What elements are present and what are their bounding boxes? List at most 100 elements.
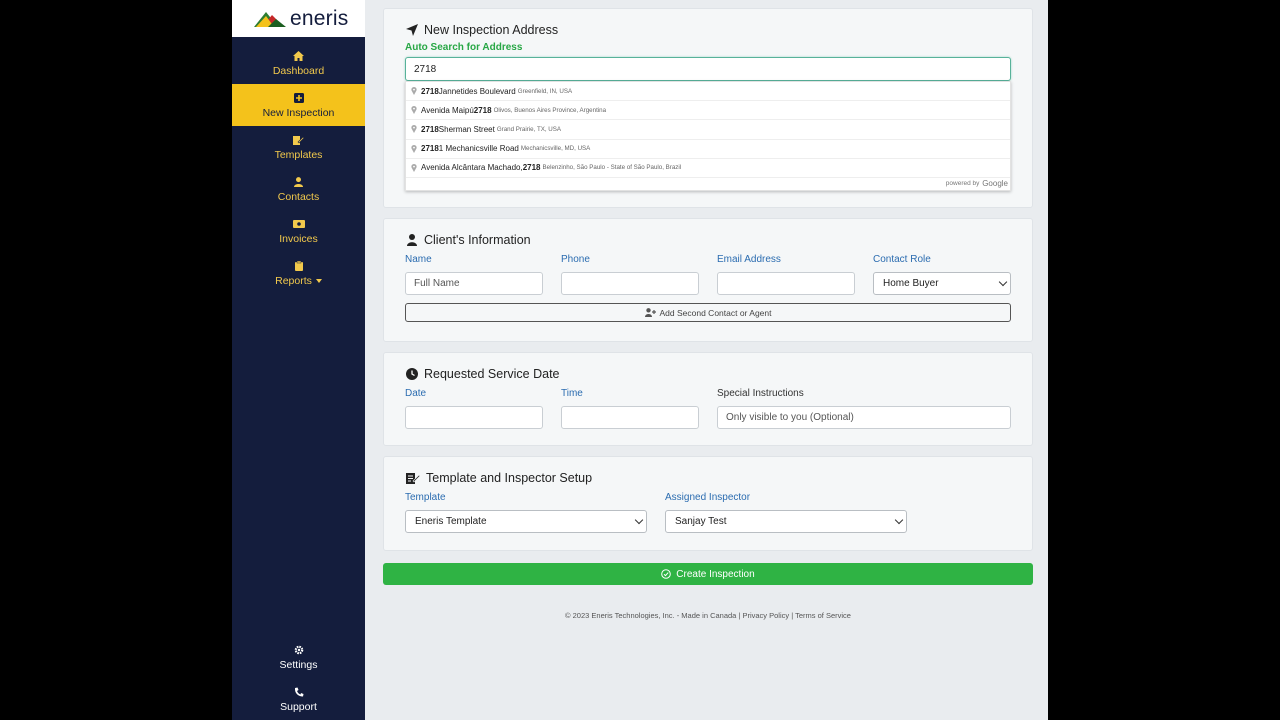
- suggestion-item[interactable]: 2718 1 Mechanicsville Road Mechanicsville,…: [406, 140, 1010, 159]
- create-inspection-button[interactable]: Create Inspection: [383, 563, 1033, 585]
- suggestion-match: 2718: [473, 105, 492, 115]
- sidebar-item-label: Invoices: [279, 233, 318, 245]
- google-logo: Google: [982, 179, 1008, 189]
- home-icon: [292, 49, 306, 63]
- template-label: Template: [405, 492, 446, 503]
- name-label: Name: [405, 254, 432, 265]
- template-field-group: Template Eneris Template: [405, 492, 647, 533]
- clock-icon: [405, 368, 418, 381]
- phone-label: Phone: [561, 254, 590, 265]
- template-fields-row: Template Eneris Template Assigned Inspec…: [405, 492, 1011, 533]
- suggestion-match: 2718: [522, 163, 541, 173]
- special-instructions-textarea[interactable]: Only visible to you (Optional): [717, 406, 1011, 429]
- suggestion-item[interactable]: Avenida Alcântara Machado, 2718 Belenzinh…: [406, 159, 1010, 178]
- suggestion-item[interactable]: 2718 Jannetides Boulevard Greenfield, IN,…: [406, 82, 1010, 102]
- sidebar-item-label: Reports: [275, 275, 312, 287]
- date-label: Date: [405, 388, 427, 399]
- caret-down-icon: [315, 279, 322, 284]
- template-select[interactable]: Eneris Template: [405, 510, 647, 533]
- suggestion-main: Sherman Street: [438, 124, 495, 134]
- email-label: Email Address: [717, 254, 781, 265]
- instructions-field-group: Special Instructions Only visible to you…: [717, 388, 1011, 429]
- inspector-select[interactable]: Sanjay Test: [665, 510, 907, 533]
- gear-icon: [292, 643, 306, 657]
- email-field-group: Email Address: [717, 254, 855, 295]
- service-title-text: Requested Service Date: [424, 367, 560, 381]
- inspector-field-group: Assigned Inspector Sanjay Test: [665, 492, 907, 533]
- client-title-text: Client's Information: [424, 233, 531, 247]
- contact-role-select[interactable]: Home Buyer: [873, 272, 1011, 295]
- chevron-down-icon: [634, 515, 644, 525]
- suggestion-match: 2718: [421, 124, 439, 134]
- map-pin-icon: [411, 125, 417, 134]
- edit-doc-icon: [405, 472, 420, 485]
- suggestion-match: 2718: [421, 86, 439, 96]
- phone-icon: [292, 685, 306, 699]
- check-circle-icon: [661, 569, 672, 579]
- suggestion-item[interactable]: Avenida Maipú 2718 Olivos, Buenos Aires P…: [406, 101, 1010, 121]
- name-field-group: Name Full Name: [405, 254, 543, 295]
- address-search-input[interactable]: 2718: [405, 57, 1011, 81]
- phone-input[interactable]: [561, 272, 699, 295]
- template-card: Template and Inspector Setup Template En…: [383, 456, 1033, 551]
- sidebar-item-label: Support: [280, 701, 317, 713]
- service-fields-row: Date Time Special Instructions Only visi…: [405, 388, 1011, 429]
- brand-name: eneris: [290, 6, 349, 30]
- role-field-group: Contact Role Home Buyer: [873, 254, 1011, 295]
- suggestion-main: Jannetides Boulevard: [438, 86, 516, 96]
- suggestion-secondary: Olivos, Buenos Aires Province, Argentina: [493, 106, 607, 114]
- sidebar-item-label: New Inspection: [262, 107, 335, 119]
- map-pin-icon: [411, 144, 417, 153]
- suggestion-prefix: Avenida Maipú: [421, 105, 474, 115]
- phone-field-group: Phone: [561, 254, 699, 295]
- time-input[interactable]: [561, 406, 699, 429]
- template-title-text: Template and Inspector Setup: [426, 471, 593, 485]
- date-input[interactable]: [405, 406, 543, 429]
- service-card-title: Requested Service Date: [405, 364, 1011, 384]
- auto-search-label: Auto Search for Address: [405, 42, 523, 53]
- suggestion-match: 2718: [421, 144, 439, 154]
- sidebar-item-reports[interactable]: Reports: [232, 252, 365, 294]
- chevron-down-icon: [998, 277, 1008, 287]
- address-card: New Inspection Address Auto Search for A…: [383, 8, 1033, 208]
- sidebar-item-label: Dashboard: [272, 65, 325, 77]
- sidebar-item-label: Templates: [274, 149, 323, 161]
- footer: © 2023 Eneris Technologies, Inc. - Made …: [565, 611, 851, 620]
- logo-mark-icon: [254, 11, 286, 27]
- user-icon: [292, 175, 306, 189]
- time-label: Time: [561, 388, 583, 399]
- main-content: New Inspection Address Auto Search for A…: [383, 8, 1033, 620]
- sidebar-item-invoices[interactable]: Invoices: [232, 210, 365, 252]
- inspector-value: Sanjay Test: [675, 516, 727, 527]
- template-value: Eneris Template: [415, 516, 487, 527]
- user-icon: [405, 234, 418, 247]
- inspector-label: Assigned Inspector: [665, 492, 751, 503]
- sidebar-item-templates[interactable]: Templates: [232, 126, 365, 168]
- powered-by-text: powered by: [945, 180, 980, 188]
- template-card-title: Template and Inspector Setup: [405, 468, 1011, 488]
- user-plus-icon: [644, 308, 656, 317]
- contact-role-label: Contact Role: [873, 254, 931, 265]
- sidebar-item-settings[interactable]: Settings: [232, 636, 365, 678]
- create-inspection-label: Create Inspection: [676, 568, 755, 580]
- name-input[interactable]: Full Name: [405, 272, 543, 295]
- sidebar-item-dashboard[interactable]: Dashboard: [232, 42, 365, 84]
- suggestion-item[interactable]: 2718 Sherman Street Grand Prairie, TX, US…: [406, 120, 1010, 140]
- email-input[interactable]: [717, 272, 855, 295]
- clipboard-icon: [292, 259, 306, 273]
- suggestion-main: 1 Mechanicsville Road: [438, 144, 519, 154]
- sidebar-item-contacts[interactable]: Contacts: [232, 168, 365, 210]
- app-window: eneris Dashboard New Inspection Template…: [232, 0, 1048, 720]
- sidebar: eneris Dashboard New Inspection Template…: [232, 0, 365, 720]
- powered-by-google: powered by Google: [406, 178, 1010, 190]
- sidebar-item-new-inspection[interactable]: New Inspection: [232, 84, 365, 126]
- sidebar-item-support[interactable]: Support: [232, 678, 365, 720]
- add-second-contact-button[interactable]: Add Second Contact or Agent: [405, 303, 1011, 322]
- address-suggestions: 2718 Jannetides Boulevard Greenfield, IN,…: [405, 81, 1011, 191]
- map-pin-icon: [411, 106, 417, 115]
- sidebar-item-label: Settings: [279, 659, 318, 671]
- map-pin-icon: [411, 87, 417, 96]
- logo[interactable]: eneris: [232, 0, 365, 37]
- suggestion-secondary: Mechanicsville, MD, USA: [520, 145, 591, 153]
- client-card-title: Client's Information: [405, 230, 1011, 250]
